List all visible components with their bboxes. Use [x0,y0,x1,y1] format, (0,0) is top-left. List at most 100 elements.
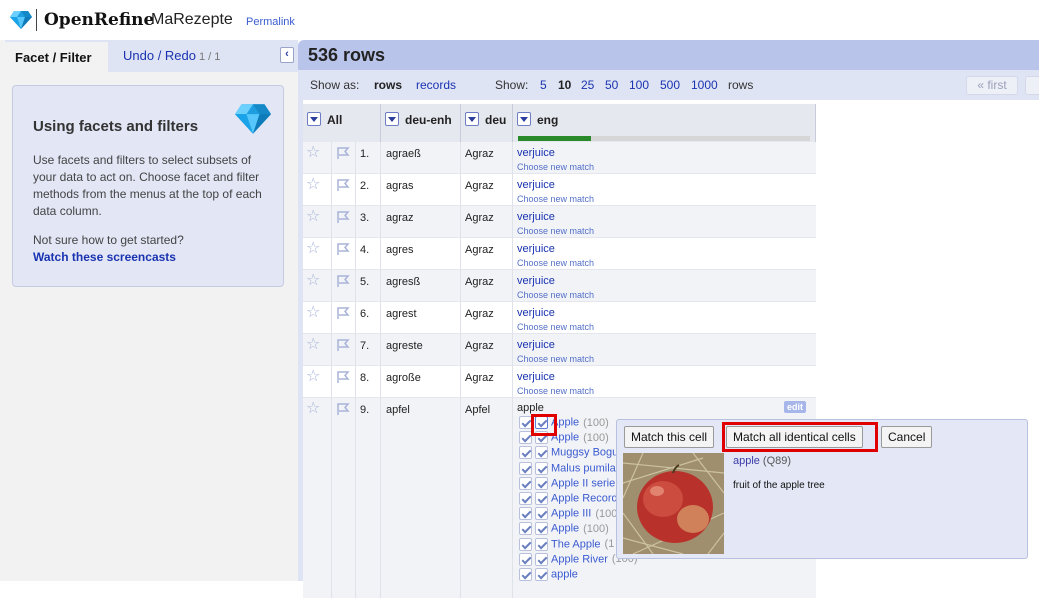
matched-entity-link[interactable]: verjuice [517,371,555,383]
match-this-cell-button[interactable]: Match this cell [624,426,715,448]
page-size-50[interactable]: 50 [605,78,618,92]
show-label: Show: [495,78,529,92]
matched-entity-link[interactable]: verjuice [517,243,555,255]
matched-entity-link[interactable]: verjuice [517,211,555,223]
match-all-checkbox[interactable] [535,476,548,490]
chevron-left-icon[interactable]: ‹ [280,47,294,63]
match-cell-checkbox[interactable] [519,552,532,566]
flag-cell [332,366,356,397]
deu-enh-cell: agres [381,238,461,269]
candidate-item: apple [519,568,582,582]
row-number-cell: 5. [356,270,381,301]
cell-value: Agraz [465,340,494,352]
chevron-down-icon[interactable] [307,112,321,126]
choose-new-match-link[interactable]: Choose new match [517,354,594,364]
star-icon[interactable]: ☆ [306,241,320,257]
candidate-name[interactable]: The Apple [551,538,601,550]
candidate-name[interactable]: Apple River [551,553,608,565]
page-size-10[interactable]: 10 [558,78,571,92]
match-cell-checkbox[interactable] [519,446,532,460]
previous-page-button[interactable] [1025,76,1039,95]
show-as-rows[interactable]: rows [374,78,402,92]
column-header-deu: deu [461,104,513,146]
row-number-cell: 1. [356,142,381,173]
chevron-down-icon[interactable] [385,112,399,126]
candidate-name[interactable]: Malus pumila [551,462,616,474]
match-cell-checkbox[interactable] [519,461,532,475]
star-icon[interactable]: ☆ [306,369,320,385]
flag-icon[interactable] [336,178,350,192]
app-name[interactable]: OpenRefine [44,10,154,30]
matched-entity-link[interactable]: verjuice [517,275,555,287]
project-name[interactable]: MaRezepte [151,11,233,29]
apple-photo [623,453,724,554]
star-icon[interactable]: ☆ [306,145,320,161]
matched-entity-link[interactable]: verjuice [517,307,555,319]
page-size-100[interactable]: 100 [629,78,649,92]
match-cell-checkbox[interactable] [519,568,532,581]
cancel-button[interactable]: Cancel [881,426,933,448]
choose-new-match-link[interactable]: Choose new match [517,194,594,204]
match-cell-checkbox[interactable] [519,476,532,490]
screencasts-link[interactable]: Watch these screencasts [33,250,176,264]
flag-icon[interactable] [336,338,350,352]
candidate-name[interactable]: Apple II serie [551,477,615,489]
page-size-500[interactable]: 500 [660,78,680,92]
candidate-name[interactable]: Apple III [551,508,591,520]
candidate-name[interactable]: Apple Record [551,493,618,505]
chevron-down-icon[interactable] [517,112,531,126]
deu-cell: Agraz [461,270,513,301]
chevron-down-icon[interactable] [465,112,479,126]
star-icon[interactable]: ☆ [306,337,320,353]
star-icon[interactable]: ☆ [306,177,320,193]
flag-icon[interactable] [336,370,350,384]
flag-icon[interactable] [336,146,350,160]
permalink-link[interactable]: Permalink [246,16,295,28]
star-icon[interactable]: ☆ [306,401,320,417]
page-size-1000[interactable]: 1000 [691,78,718,92]
match-all-checkbox[interactable] [535,507,548,521]
flag-icon[interactable] [336,402,350,416]
flag-icon[interactable] [336,210,350,224]
flag-icon[interactable] [336,274,350,288]
match-cell-checkbox[interactable] [519,507,532,521]
match-cell-checkbox[interactable] [519,492,532,505]
candidate-name[interactable]: Apple [551,523,579,535]
choose-new-match-link[interactable]: Choose new match [517,322,594,332]
star-icon[interactable]: ☆ [306,209,320,225]
star-icon[interactable]: ☆ [306,305,320,321]
tab-undo-redo[interactable]: Undo / Redo 1 / 1 [113,40,230,72]
match-cell-checkbox[interactable] [519,522,532,536]
table-row: ☆ 6. agrest Agraz verjuice Choose new match [303,302,816,334]
page-size-5[interactable]: 5 [540,78,547,92]
star-icon[interactable]: ☆ [306,273,320,289]
choose-new-match-link[interactable]: Choose new match [517,258,594,268]
match-cell-checkbox[interactable] [519,537,532,551]
flag-icon[interactable] [336,242,350,256]
candidate-name[interactable]: Muggsy Bogu [551,447,618,459]
match-all-checkbox[interactable] [535,568,548,581]
choose-new-match-link[interactable]: Choose new match [517,386,594,396]
match-all-checkbox[interactable] [535,522,548,536]
openrefine-logo-icon[interactable] [10,11,32,29]
entity-name[interactable]: apple (Q89) [733,455,791,467]
match-all-checkbox[interactable] [535,446,548,460]
tab-facet-filter[interactable]: Facet / Filter [5,40,108,72]
show-as-records[interactable]: records [416,78,456,92]
flag-icon[interactable] [336,306,350,320]
page-size-25[interactable]: 25 [581,78,594,92]
choose-new-match-link[interactable]: Choose new match [517,162,594,172]
matched-entity-link[interactable]: verjuice [517,147,555,159]
match-all-checkbox[interactable] [535,552,548,566]
match-all-checkbox[interactable] [535,492,548,505]
choose-new-match-link[interactable]: Choose new match [517,226,594,236]
candidate-name[interactable]: apple [551,569,578,581]
match-all-checkbox[interactable] [535,537,548,551]
star-cell: ☆ [303,238,332,269]
match-all-checkbox[interactable] [535,461,548,475]
matched-entity-link[interactable]: verjuice [517,339,555,351]
edit-button[interactable]: edit [784,401,806,413]
matched-entity-link[interactable]: verjuice [517,179,555,191]
choose-new-match-link[interactable]: Choose new match [517,290,594,300]
first-page-button[interactable]: « first [966,76,1018,95]
